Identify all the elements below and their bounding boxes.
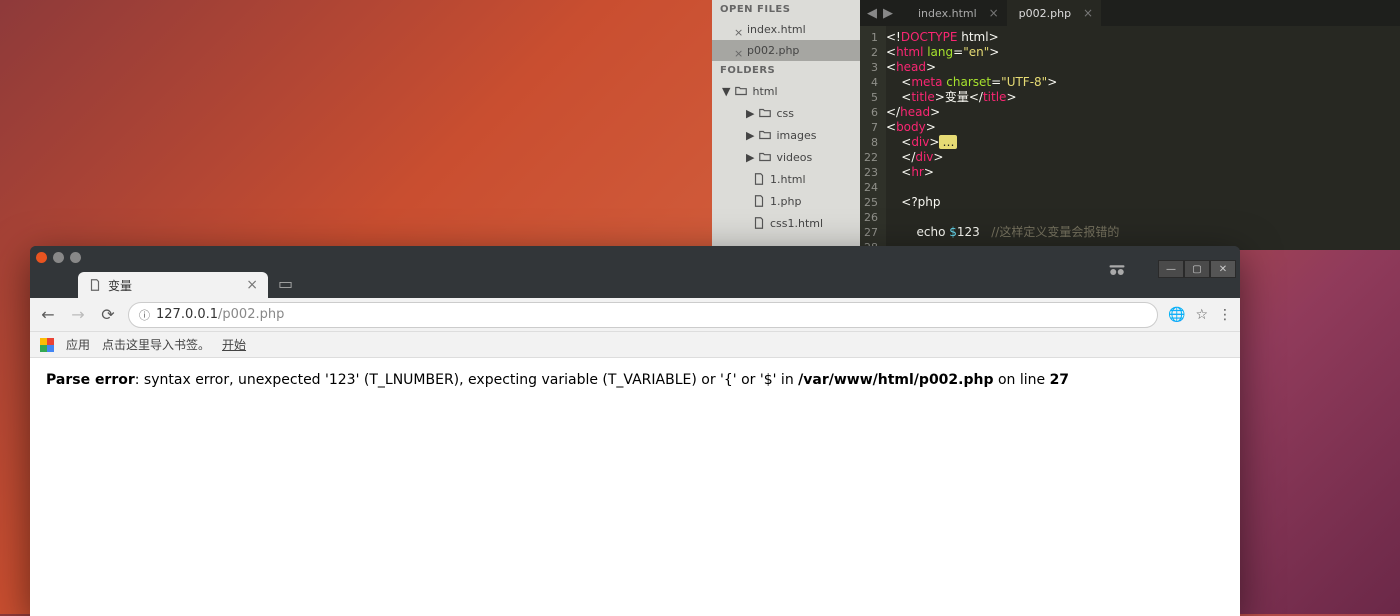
- browser-tabstrip: 变量 × ▭: [30, 268, 1240, 298]
- page-content: Parse error: syntax error, unexpected '1…: [30, 358, 1240, 616]
- file-name: index.html: [747, 23, 806, 36]
- line-gutter: 1234567822232425262728: [860, 26, 886, 259]
- file-item[interactable]: 1.php: [712, 190, 860, 212]
- file-label: css1.html: [770, 217, 823, 230]
- nav-forward-icon[interactable]: ▶: [880, 6, 896, 21]
- folder-item[interactable]: ▶ videos: [712, 146, 860, 168]
- error-line-number: 27: [1050, 372, 1069, 388]
- reload-button[interactable]: ⟳: [98, 305, 118, 324]
- bookmarks-hint: 点击这里导入书签。: [102, 336, 210, 353]
- open-file-entry[interactable]: × index.html: [712, 19, 860, 40]
- new-tab-button[interactable]: ▭: [268, 274, 303, 293]
- translate-icon[interactable]: 🌐: [1168, 307, 1185, 323]
- bookmark-star-icon[interactable]: ☆: [1195, 307, 1208, 323]
- browser-window: — ▢ ✕ 变量 × ▭ ← → ⟳ ⓘ 127.0.0.1/p002.php …: [30, 246, 1240, 616]
- code-body[interactable]: 1234567822232425262728 <!DOCTYPE html> <…: [860, 26, 1400, 259]
- folder-icon: [734, 84, 748, 98]
- incognito-icon: [1106, 260, 1128, 278]
- tab-label: p002.php: [1019, 7, 1071, 20]
- apps-grid-icon[interactable]: [40, 338, 54, 352]
- back-button[interactable]: ←: [38, 305, 58, 324]
- window-titlebar[interactable]: [30, 246, 1240, 268]
- page-icon: [88, 278, 102, 292]
- forward-button[interactable]: →: [68, 305, 88, 324]
- menu-icon[interactable]: ⋮: [1218, 307, 1232, 323]
- url-host: 127.0.0.1: [156, 307, 218, 322]
- close-file-icon[interactable]: ×: [734, 26, 741, 33]
- file-icon: [752, 172, 766, 186]
- editor-tab[interactable]: index.html ×: [906, 0, 1007, 26]
- file-icon: [752, 216, 766, 230]
- editor-tab[interactable]: p002.php ×: [1007, 0, 1101, 26]
- code-pane: ◀ ▶ index.html× p002.php× 12345678222324…: [860, 0, 1400, 250]
- php-error-message: Parse error: syntax error, unexpected '1…: [46, 372, 1224, 388]
- window-minimize-icon[interactable]: [53, 252, 64, 263]
- fold-marker-icon[interactable]: …: [939, 135, 957, 149]
- site-info-icon[interactable]: ⓘ: [139, 307, 150, 323]
- close-tab-icon[interactable]: ×: [989, 6, 999, 20]
- file-icon: [752, 194, 766, 208]
- nav-back-icon[interactable]: ◀: [864, 6, 880, 21]
- close-button[interactable]: ✕: [1210, 260, 1236, 278]
- window-close-icon[interactable]: [36, 252, 47, 263]
- url-path: /p002.php: [218, 307, 284, 322]
- chevron-right-icon: ▶: [746, 129, 754, 142]
- error-label: Parse error: [46, 372, 135, 388]
- chevron-right-icon: ▶: [746, 151, 754, 164]
- bookmarks-start-link[interactable]: 开始: [222, 336, 246, 353]
- close-file-icon[interactable]: ×: [734, 47, 741, 54]
- code-lines[interactable]: <!DOCTYPE html> <html lang="en"> <head> …: [886, 26, 1119, 259]
- file-label: 1.html: [770, 173, 806, 186]
- file-item[interactable]: css1.html: [712, 212, 860, 234]
- file-item[interactable]: 1.html: [712, 168, 860, 190]
- apps-label[interactable]: 应用: [66, 336, 90, 353]
- folder-root[interactable]: ▼ html: [712, 80, 860, 102]
- folder-label: videos: [776, 151, 812, 164]
- folder-icon: [758, 150, 772, 164]
- tab-label: index.html: [918, 7, 977, 20]
- window-controls: — ▢ ✕: [1158, 260, 1236, 278]
- folder-item[interactable]: ▶ images: [712, 124, 860, 146]
- tab-title: 变量: [108, 277, 132, 294]
- editor-sidebar: OPEN FILES × index.html × p002.php FOLDE…: [712, 0, 860, 250]
- file-label: 1.php: [770, 195, 801, 208]
- close-tab-icon[interactable]: ×: [246, 277, 258, 293]
- chevron-down-icon: ▼: [722, 85, 730, 98]
- browser-tab[interactable]: 变量 ×: [78, 272, 268, 298]
- folder-label: html: [752, 85, 777, 98]
- editor-tabstrip: ◀ ▶ index.html × p002.php ×: [860, 0, 1400, 26]
- folder-item[interactable]: ▶ css: [712, 102, 860, 124]
- folder-icon: [758, 106, 772, 120]
- window-maximize-icon[interactable]: [70, 252, 81, 263]
- open-file-entry[interactable]: × p002.php: [712, 40, 860, 61]
- folders-header: FOLDERS: [712, 61, 860, 80]
- minimize-button[interactable]: —: [1158, 260, 1184, 278]
- folder-icon: [758, 128, 772, 142]
- browser-toolbar: ← → ⟳ ⓘ 127.0.0.1/p002.php 🌐 ☆ ⋮: [30, 298, 1240, 332]
- text-editor: OPEN FILES × index.html × p002.php FOLDE…: [712, 0, 1400, 250]
- open-files-header: OPEN FILES: [712, 0, 860, 19]
- file-name: p002.php: [747, 44, 799, 57]
- maximize-button[interactable]: ▢: [1184, 260, 1210, 278]
- error-file-path: /var/www/html/p002.php: [798, 372, 993, 388]
- chevron-right-icon: ▶: [746, 107, 754, 120]
- address-bar[interactable]: ⓘ 127.0.0.1/p002.php: [128, 302, 1158, 328]
- folder-label: images: [776, 129, 816, 142]
- bookmarks-bar: 应用 点击这里导入书签。 开始: [30, 332, 1240, 358]
- close-tab-icon[interactable]: ×: [1083, 6, 1093, 20]
- folder-label: css: [776, 107, 794, 120]
